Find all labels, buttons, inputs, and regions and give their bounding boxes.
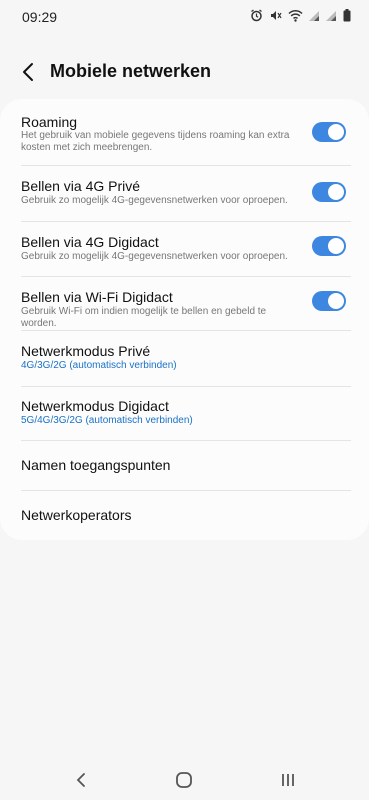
- navigation-bar: [0, 760, 369, 800]
- 4g-digidact-toggle[interactable]: [312, 236, 346, 256]
- setting-title: Bellen via 4G Digidact: [21, 234, 159, 250]
- recents-nav-button[interactable]: [276, 768, 300, 792]
- setting-value: 5G/4G/3G/2G (automatisch verbinden): [21, 415, 193, 426]
- settings-card: Roaming Het gebruik van mobiele gegevens…: [0, 99, 369, 540]
- setting-value: 4G/3G/2G (automatisch verbinden): [21, 360, 177, 371]
- home-nav-icon: [176, 772, 192, 788]
- setting-netwerkoperators[interactable]: Netwerkoperators: [0, 491, 369, 540]
- setting-title: Bellen via 4G Privé: [21, 178, 141, 194]
- setting-title: Netwerkoperators: [21, 507, 132, 523]
- roaming-toggle[interactable]: [312, 122, 346, 142]
- setting-wifi-digidact[interactable]: Bellen via Wi-Fi Digidact Gebruik Wi-Fi …: [0, 277, 369, 330]
- toggle-knob: [328, 184, 344, 200]
- signal-icon: [309, 10, 320, 22]
- setting-subtitle: Gebruik Wi-Fi om indien mogelijk te bell…: [21, 306, 267, 329]
- recents-nav-icon: [282, 774, 294, 786]
- setting-title: Netwerkmodus Digidact: [21, 398, 169, 414]
- status-bar: 09:29: [0, 0, 369, 34]
- setting-title: Roaming: [21, 114, 78, 130]
- setting-netwerkmodus-digidact[interactable]: Netwerkmodus Digidact 5G/4G/3G/2G (autom…: [0, 387, 369, 440]
- back-button[interactable]: [14, 58, 42, 86]
- setting-roaming[interactable]: Roaming Het gebruik van mobiele gegevens…: [0, 99, 369, 165]
- toggle-knob: [328, 238, 344, 254]
- chevron-left-icon: [23, 63, 33, 81]
- page-title: Mobiele netwerken: [50, 61, 212, 81]
- toggle-knob: [328, 124, 344, 140]
- setting-title: Bellen via Wi-Fi Digidact: [21, 289, 173, 305]
- battery-icon: [343, 9, 351, 22]
- setting-subtitle: Het gebruik van mobiele gegevens tijdens…: [21, 130, 290, 153]
- status-time: 09:29: [22, 9, 58, 25]
- setting-title: Netwerkmodus Privé: [21, 343, 151, 359]
- back-nav-button[interactable]: [69, 768, 93, 792]
- wifi-icon: [288, 9, 303, 22]
- 4g-prive-toggle[interactable]: [312, 182, 346, 202]
- mute-icon: [269, 9, 282, 22]
- home-nav-button[interactable]: [172, 768, 196, 792]
- setting-title: Namen toegangspunten: [21, 457, 171, 473]
- status-icons: [250, 9, 351, 22]
- setting-namen-toegangspunten[interactable]: Namen toegangspunten: [0, 441, 369, 490]
- wifi-digidact-toggle[interactable]: [312, 291, 346, 311]
- back-nav-icon: [76, 773, 85, 787]
- setting-netwerkmodus-prive[interactable]: Netwerkmodus Privé 4G/3G/2G (automatisch…: [0, 331, 369, 386]
- app-bar: Mobiele netwerken: [0, 50, 369, 94]
- toggle-knob: [328, 293, 344, 309]
- setting-subtitle: Gebruik zo mogelijk 4G-gegevensnetwerken…: [21, 251, 288, 262]
- signal-icon: [326, 10, 337, 22]
- alarm-icon: [250, 9, 263, 22]
- setting-subtitle: Gebruik zo mogelijk 4G-gegevensnetwerken…: [21, 195, 288, 206]
- setting-4g-prive[interactable]: Bellen via 4G Privé Gebruik zo mogelijk …: [0, 166, 369, 221]
- setting-4g-digidact[interactable]: Bellen via 4G Digidact Gebruik zo mogeli…: [0, 222, 369, 276]
